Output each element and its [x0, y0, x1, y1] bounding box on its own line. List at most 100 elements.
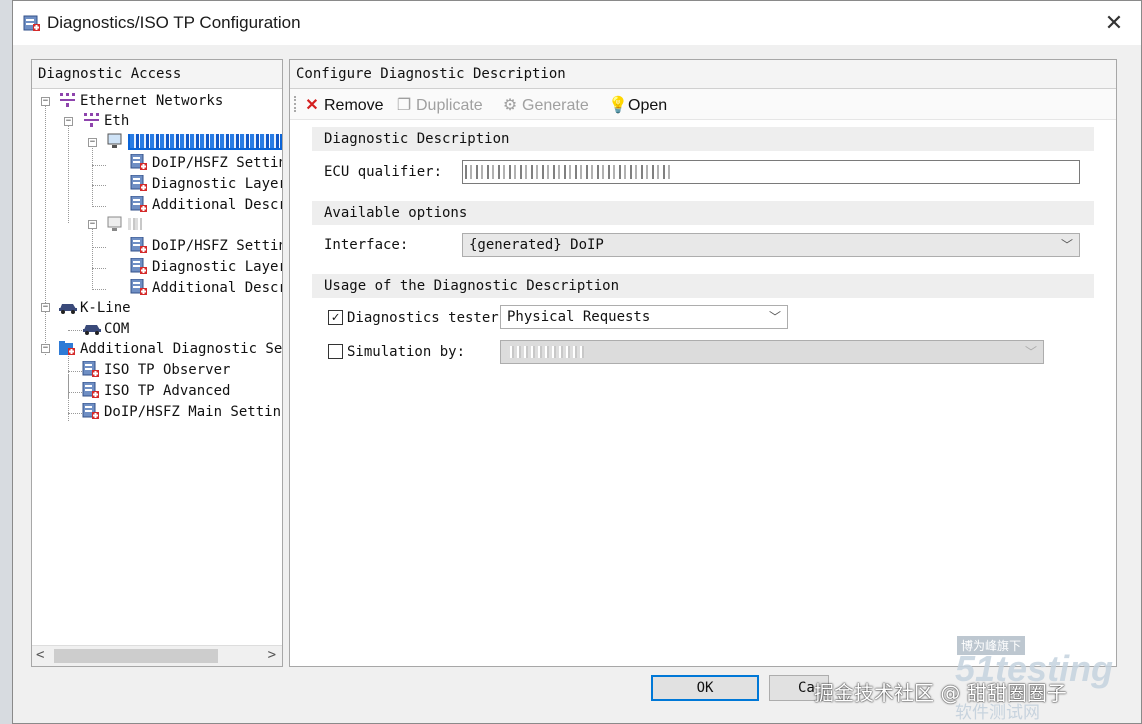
tree-label: Additional Descr	[152, 280, 282, 296]
tree-label: Additional Diagnostic Se	[80, 341, 282, 357]
settings-doc-icon	[130, 278, 148, 295]
network-icon	[58, 92, 76, 108]
expander-node2[interactable]: −	[88, 220, 97, 229]
tree-label: Additional Descr	[152, 197, 282, 213]
computer-icon	[106, 216, 124, 232]
settings-doc-icon	[130, 195, 148, 212]
horizontal-scrollbar[interactable]: < >	[32, 645, 282, 666]
tree-item-iso-tp-observer[interactable]: ISO TP Observer	[82, 360, 230, 380]
scroll-left-icon[interactable]: <	[36, 647, 44, 663]
diagnostics-tester-select[interactable]: Physical Requests ﹀	[500, 305, 788, 329]
toolbar-grip	[294, 96, 299, 112]
dialog-window: Diagnostics/ISO TP Configuration ✕ Diagn…	[12, 0, 1142, 724]
tree-label: DoIP/HSFZ Settin	[152, 238, 282, 254]
lightbulb-icon: 💡	[608, 97, 628, 114]
tree-item-k-line[interactable]: K-Line	[58, 298, 131, 318]
tree-item-iso-tp-advanced[interactable]: ISO TP Advanced	[82, 381, 230, 401]
obscured-node-name	[128, 134, 282, 150]
settings-doc-icon	[130, 257, 148, 274]
tree-item-node1-selected[interactable]	[106, 132, 282, 152]
tree-item-node1-doip[interactable]: DoIP/HSFZ Settin	[130, 153, 282, 173]
settings-doc-icon	[82, 381, 100, 398]
section-usage: Usage of the Diagnostic Description	[312, 274, 1094, 298]
expander-eth[interactable]: −	[64, 117, 73, 126]
interface-label: Interface:	[324, 237, 409, 253]
obscured-ecu-qualifier	[465, 165, 671, 179]
tree-label: DoIP/HSFZ Settin	[152, 155, 282, 171]
tree-item-com[interactable]: COM	[82, 319, 129, 339]
diagnostic-access-panel: Diagnostic Access − − − − − − Ethernet N…	[31, 59, 283, 667]
diagnostics-tester-label: Diagnostics tester	[347, 310, 499, 326]
tree-item-ethernet-networks[interactable]: Ethernet Networks	[58, 91, 223, 111]
configure-panel: Configure Diagnostic Description ✕ Remove…	[289, 59, 1117, 667]
open-button[interactable]: 💡Open	[608, 95, 667, 115]
open-label: Open	[628, 97, 668, 114]
interface-value: {generated} DoIP	[469, 237, 604, 253]
computer-icon	[106, 133, 124, 149]
section-diagnostic-description: Diagnostic Description	[312, 127, 1094, 151]
chevron-down-icon: ﹀	[1060, 238, 1073, 252]
window-title: Diagnostics/ISO TP Configuration	[47, 13, 301, 32]
chevron-down-icon: ﹀	[1024, 345, 1037, 359]
car-icon	[58, 299, 77, 315]
tree-label: Diagnostic Layer	[152, 259, 282, 275]
tree-item-node2-additional[interactable]: Additional Descr	[130, 278, 282, 298]
tree-label: DoIP/HSFZ Main Settin	[104, 404, 282, 420]
chevron-down-icon: ﹀	[768, 310, 781, 324]
tree-item-node2-diag-layer[interactable]: Diagnostic Layer	[130, 257, 282, 277]
tree-label: ISO TP Observer	[104, 362, 231, 378]
app-icon	[23, 15, 40, 31]
diagnostic-access-header: Diagnostic Access	[32, 60, 282, 89]
toolbar: ✕ Remove ❐ Duplicate ⚙ Generate 💡Open	[290, 89, 1116, 120]
remove-x-icon: ✕	[305, 97, 319, 114]
simulation-checkbox[interactable]	[328, 344, 343, 359]
obscured-node-name	[128, 217, 142, 233]
interface-select[interactable]: {generated} DoIP ﹀	[462, 233, 1080, 257]
obscured-simulation-value	[507, 346, 585, 358]
tree-item-eth[interactable]: Eth	[82, 111, 129, 131]
watermark-sub: 软件测试网	[955, 703, 1040, 723]
expander-kline[interactable]: −	[41, 303, 50, 312]
remove-label: Remove	[324, 97, 384, 114]
settings-doc-icon	[82, 402, 100, 419]
tree-label: Eth	[104, 113, 130, 129]
expander-additional[interactable]: −	[41, 344, 50, 353]
access-tree[interactable]: − − − − − − Ethernet Networks Eth DoIP/H…	[32, 89, 282, 639]
diagnostics-tester-checkbox[interactable]: ✓	[328, 310, 343, 325]
configure-header: Configure Diagnostic Description	[290, 60, 1116, 89]
network-icon	[82, 112, 100, 128]
tree-label: Ethernet Networks	[80, 93, 224, 109]
duplicate-button[interactable]: ❐ Duplicate	[396, 95, 483, 115]
scroll-thumb[interactable]	[54, 649, 218, 663]
simulation-select[interactable]: ﹀	[500, 340, 1044, 364]
tree-item-node2[interactable]	[106, 215, 142, 235]
simulation-label: Simulation by:	[347, 344, 466, 360]
remove-button[interactable]: ✕ Remove	[304, 95, 384, 115]
tree-label: Diagnostic Layer	[152, 176, 282, 192]
duplicate-label: Duplicate	[416, 97, 483, 114]
close-icon[interactable]: ✕	[1101, 10, 1127, 36]
tree-label: COM	[104, 321, 130, 337]
diagnostics-tester-value: Physical Requests	[507, 309, 651, 325]
ok-button[interactable]: OK	[651, 675, 759, 701]
settings-doc-icon	[130, 236, 148, 253]
section-available-options: Available options	[312, 201, 1094, 225]
tree-item-node1-diag-layer[interactable]: Diagnostic Layer	[130, 174, 282, 194]
tree-item-doip-main[interactable]: DoIP/HSFZ Main Settin	[82, 402, 281, 422]
settings-doc-icon	[82, 360, 100, 377]
tree-item-node1-additional[interactable]: Additional Descr	[130, 195, 282, 215]
generate-button[interactable]: ⚙ Generate	[502, 95, 589, 115]
settings-doc-icon	[130, 174, 148, 191]
expander-ethernet[interactable]: −	[41, 97, 50, 106]
scroll-right-icon[interactable]: >	[268, 647, 276, 663]
ecu-qualifier-input[interactable]	[462, 160, 1080, 184]
tree-item-node2-doip[interactable]: DoIP/HSFZ Settin	[130, 236, 282, 256]
gears-icon: ⚙	[502, 97, 518, 114]
ecu-qualifier-label: ECU qualifier:	[324, 164, 443, 180]
tree-item-additional-diagnostic[interactable]: Additional Diagnostic Se	[58, 339, 282, 359]
expander-node1[interactable]: −	[88, 138, 97, 147]
title-bar: Diagnostics/ISO TP Configuration ✕	[13, 1, 1141, 45]
tree-label: K-Line	[80, 300, 131, 316]
settings-doc-icon	[130, 153, 148, 170]
duplicate-icon: ❐	[396, 97, 412, 114]
